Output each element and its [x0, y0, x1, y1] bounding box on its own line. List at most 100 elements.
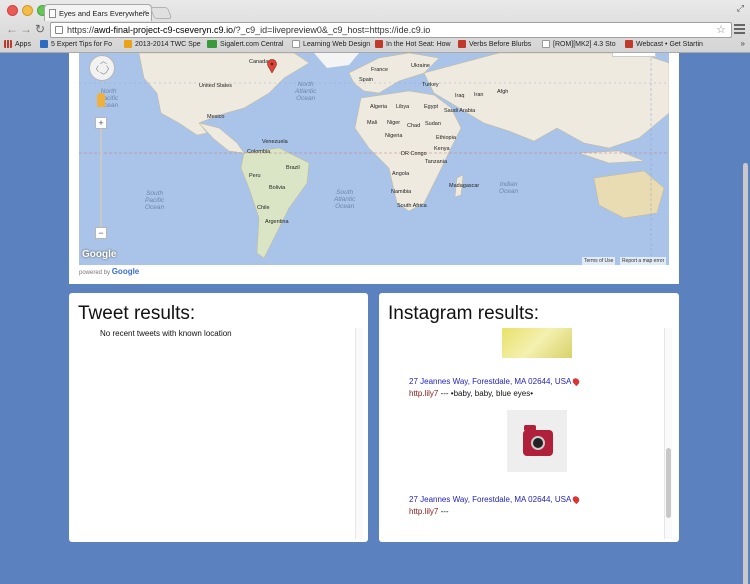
- pan-left-icon[interactable]: 〈: [92, 64, 99, 74]
- instagram-photo[interactable]: [507, 410, 567, 472]
- post-caption-text: •baby, baby, blue eyes•: [450, 389, 534, 398]
- map-label: Namibia: [391, 189, 412, 195]
- fullscreen-icon[interactable]: ⤢: [737, 3, 744, 14]
- post-username[interactable]: http.lily7: [409, 507, 438, 516]
- map-label: Saudi Arabia: [444, 108, 476, 114]
- tab-title: Eyes and Ears Everywhere: [59, 9, 150, 18]
- post-caption: http.lily7 --- •baby, baby, blue eyes•: [409, 389, 533, 398]
- map-label: Chad: [407, 123, 421, 129]
- page-scrollbar[interactable]: [741, 53, 750, 584]
- bookmark-favicon: [458, 40, 466, 48]
- bookmark-item[interactable]: 2013-2014 TWC Spe: [124, 40, 201, 48]
- map-type-control[interactable]: [612, 53, 656, 57]
- street-view-pegman-icon[interactable]: [97, 93, 105, 107]
- forward-arrow-icon[interactable]: →: [20, 23, 32, 35]
- pan-control[interactable]: ︿ 〈 〉 ﹀: [89, 55, 115, 81]
- address-bar[interactable]: https://awd-final-project-c9-cseveryn.c9…: [50, 22, 732, 38]
- post-separator: ---: [438, 507, 449, 516]
- location-pin-icon: [571, 376, 581, 387]
- map-label: Nigeria: [385, 133, 403, 139]
- post-separator: ---: [438, 389, 451, 398]
- map-label: Ethiopia: [436, 135, 456, 141]
- page-info-icon[interactable]: [55, 26, 63, 34]
- map-label: Egypt: [424, 104, 439, 110]
- map-label: Colombia: [247, 149, 271, 155]
- bookmark-item[interactable]: In the Hot Seat: How: [375, 40, 451, 48]
- map-label: Canada: [249, 59, 269, 65]
- bookmark-item[interactable]: Learning Web Design: [292, 40, 370, 48]
- close-window-button[interactable]: [7, 5, 18, 16]
- map-label: United States: [199, 83, 233, 89]
- bookmark-item[interactable]: Verbs Before Blurbs: [458, 40, 531, 48]
- apps-grid-icon: [4, 40, 12, 48]
- bookmark-label: Sigalert.com Central: [220, 40, 284, 48]
- bookmark-label: Learning Web Design: [303, 40, 371, 48]
- bookmark-favicon: [40, 40, 48, 48]
- tab-eyes-and-ears[interactable]: Eyes and Ears Everywhere ×: [44, 4, 152, 21]
- terms-of-use-link[interactable]: Terms of Use: [582, 257, 616, 265]
- map-label: Madagascar: [449, 183, 480, 189]
- bookmark-favicon: [292, 40, 300, 48]
- more-bookmarks-button[interactable]: »: [741, 39, 745, 48]
- bookmark-item[interactable]: [ROM][MK2] 4.3 Sto: [542, 40, 616, 48]
- ocean-label: North Atlantic Ocean: [295, 81, 317, 102]
- new-tab-button[interactable]: [149, 7, 173, 19]
- pan-right-icon[interactable]: 〉: [106, 64, 113, 74]
- bookmark-star-icon[interactable]: ☆: [716, 23, 726, 36]
- tweet-scrollbar[interactable]: [355, 328, 363, 539]
- bookmark-label: Verbs Before Blurbs: [469, 40, 532, 48]
- map-label: Venezuela: [262, 139, 288, 145]
- post-location[interactable]: 27 Jeannes Way, Forestdale, MA 02644, US…: [409, 494, 581, 505]
- instagram-scrollbar[interactable]: [664, 328, 672, 539]
- map-label: Tanzania: [425, 159, 448, 165]
- map-label: Ukraine: [411, 63, 430, 69]
- close-tab-icon[interactable]: ×: [142, 8, 147, 17]
- map-label: Chile: [257, 205, 270, 211]
- bookmark-label: Webcast • Get Startin: [636, 40, 703, 48]
- tweet-results-panel: Tweet results: No recent tweets with kno…: [69, 293, 368, 542]
- bookmarks-bar: Apps 5 Expert Tips for Fo 2013-2014 TWC …: [0, 39, 750, 52]
- bookmark-item[interactable]: Sigalert.com Central: [207, 40, 283, 48]
- bookmark-label: 2013-2014 TWC Spe: [135, 40, 201, 48]
- world-map[interactable]: Canada United States Mexico Venezuela Co…: [79, 53, 669, 265]
- back-arrow-icon[interactable]: ←: [6, 23, 18, 35]
- bookmark-item[interactable]: Webcast • Get Startin: [625, 40, 703, 48]
- zoom-in-button[interactable]: +: [95, 117, 107, 129]
- map-label: Sudan: [425, 121, 441, 127]
- minimize-window-button[interactable]: [22, 5, 33, 16]
- ocean-label: South Atlantic Ocean: [334, 189, 356, 210]
- url-scheme: https://: [67, 25, 95, 35]
- scrollbar-thumb[interactable]: [666, 448, 671, 518]
- instagram-photo[interactable]: [502, 328, 572, 358]
- map-label: Kenya: [434, 146, 450, 152]
- bookmark-item[interactable]: Apps: [4, 40, 31, 48]
- map-label: Turkey: [422, 82, 439, 88]
- bookmark-favicon: [207, 40, 217, 48]
- instagram-feed[interactable]: 27 Jeannes Way, Forestdale, MA 02644, US…: [379, 328, 664, 539]
- zoom-out-button[interactable]: −: [95, 227, 107, 239]
- post-location[interactable]: 27 Jeannes Way, Forestdale, MA 02644, US…: [409, 376, 581, 387]
- google-brand: Google: [111, 267, 140, 276]
- google-logo: Google: [82, 249, 117, 260]
- map-label: Niger: [387, 120, 401, 126]
- post-location-text: 27 Jeannes Way, Forestdale, MA 02644, US…: [409, 377, 572, 386]
- bookmark-label: [ROM][MK2] 4.3 Sto: [553, 40, 616, 48]
- report-map-error-link[interactable]: Report a map error: [620, 257, 667, 265]
- youtube-icon: [625, 40, 633, 48]
- bookmark-label: Apps: [15, 40, 31, 48]
- bookmark-item[interactable]: 5 Expert Tips for Fo: [40, 40, 112, 48]
- bookmark-label: In the Hot Seat: How: [386, 40, 451, 48]
- chrome-menu-icon[interactable]: [734, 24, 745, 34]
- map-label: South Africa: [397, 203, 427, 209]
- zoom-slider[interactable]: [100, 129, 102, 227]
- map-label: Angola: [392, 171, 410, 177]
- post-username[interactable]: http.lily7: [409, 389, 438, 398]
- page-scrollbar-thumb[interactable]: [743, 163, 748, 584]
- map-label: Iraq: [455, 93, 465, 99]
- location-marker-icon[interactable]: [267, 59, 277, 73]
- instagram-results-panel: Instagram results: 27 Jeannes Way, Fores…: [379, 293, 679, 542]
- reload-icon[interactable]: ↻: [35, 23, 45, 35]
- bookmark-label: 5 Expert Tips for Fo: [51, 40, 113, 48]
- pan-down-icon[interactable]: ﹀: [100, 71, 107, 81]
- map-label: Algeria: [370, 104, 388, 110]
